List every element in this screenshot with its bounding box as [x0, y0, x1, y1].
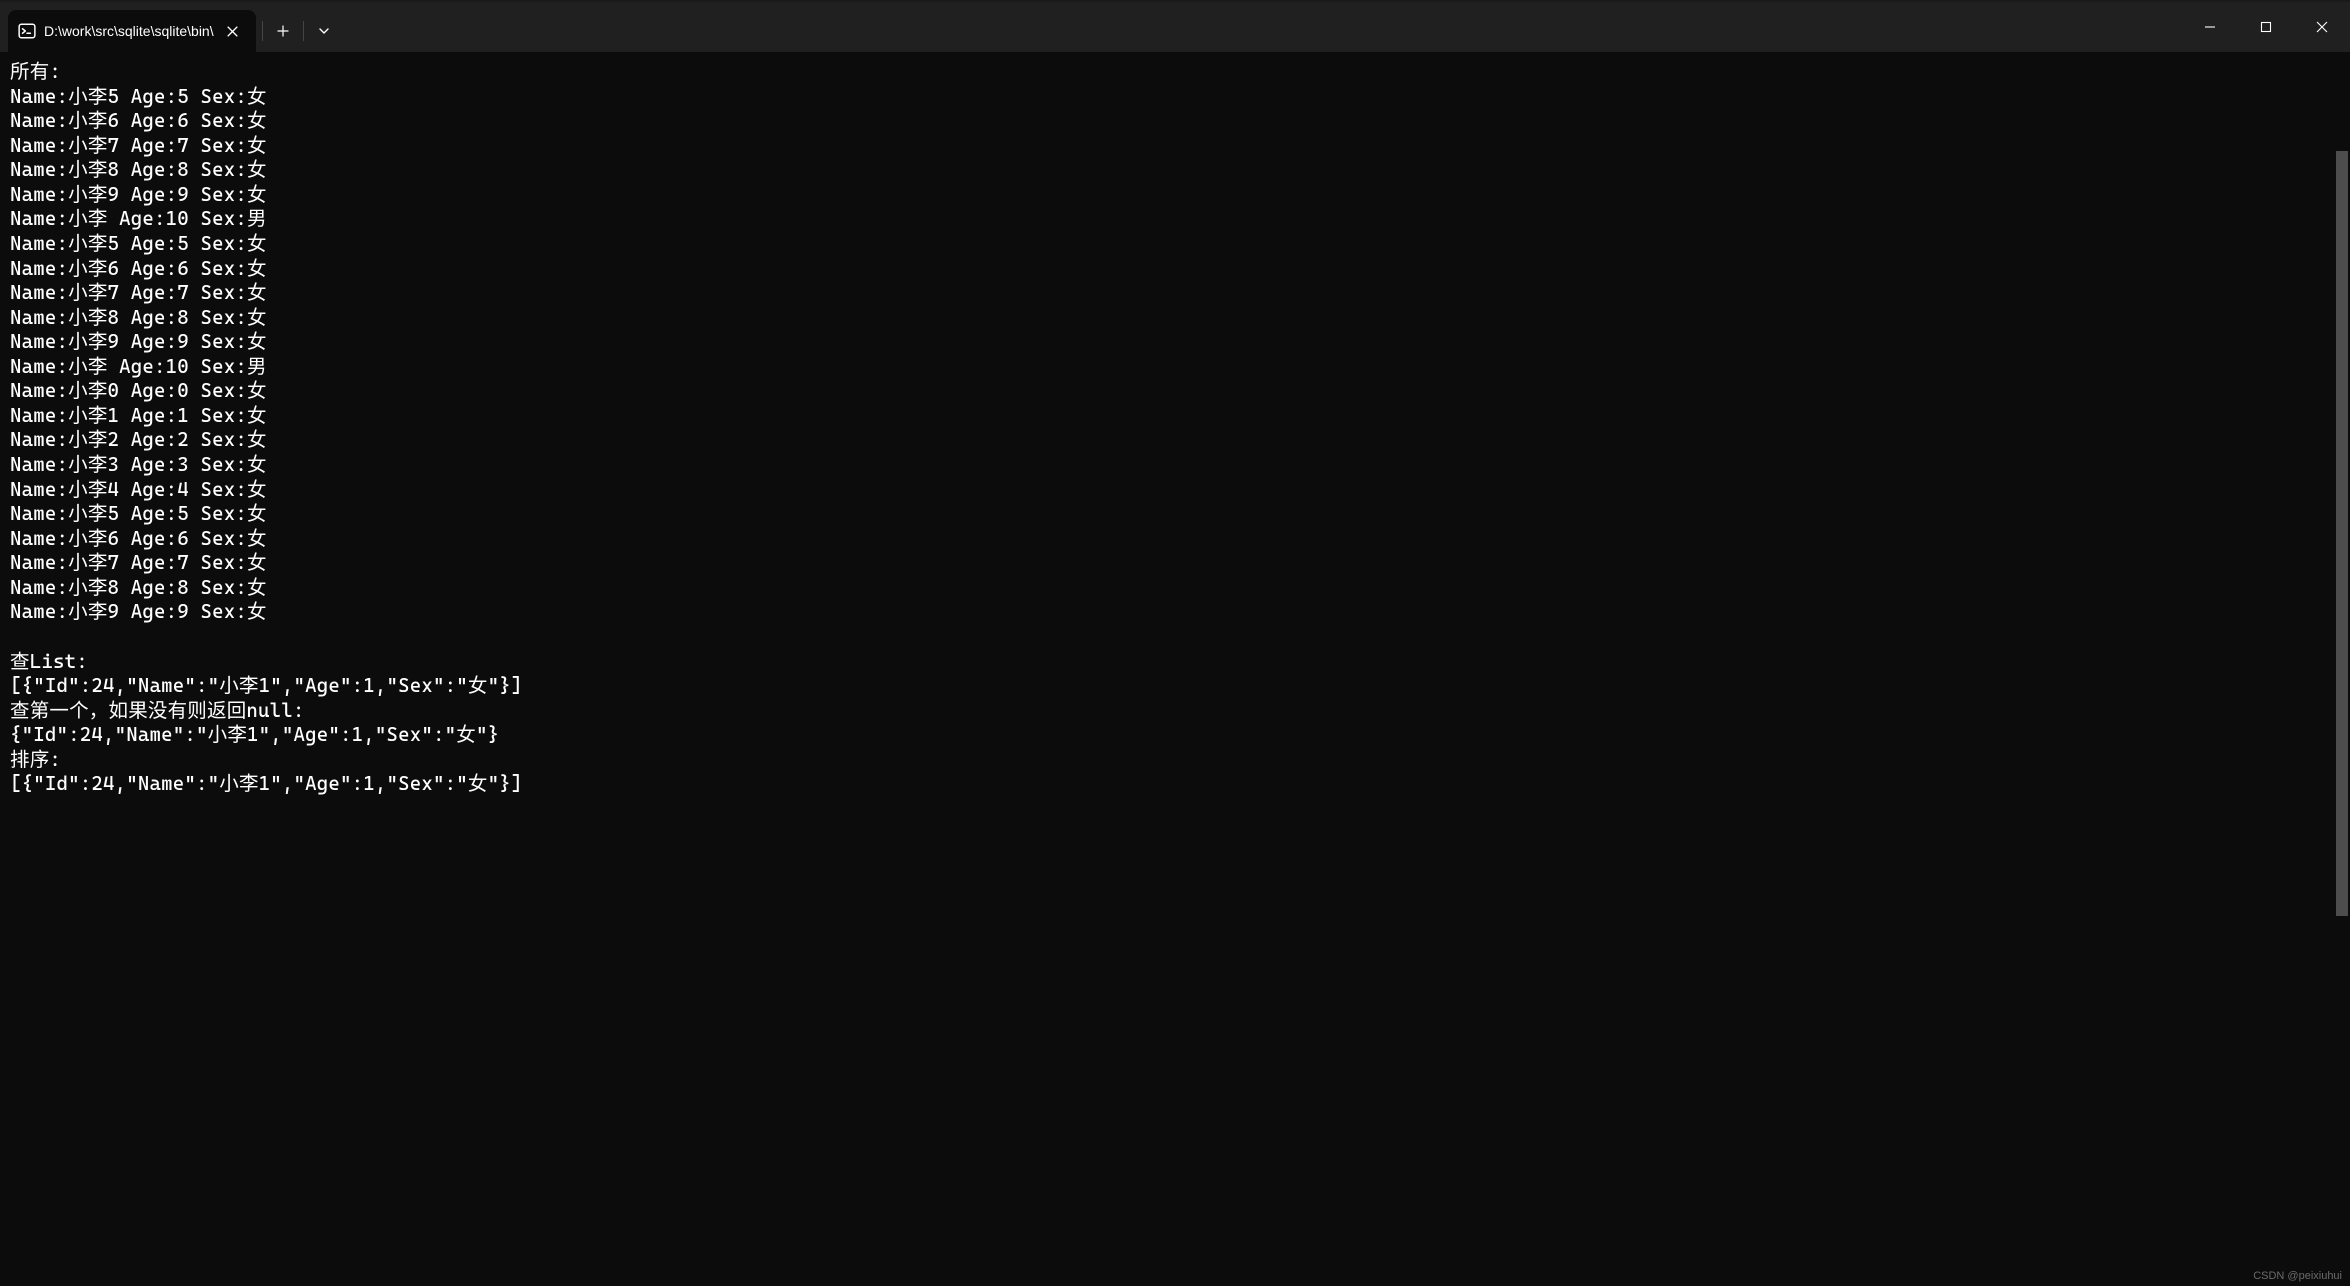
watermark: CSDN @peixiuhui [2253, 1270, 2342, 1282]
minimize-button[interactable] [2182, 2, 2238, 52]
console-icon [18, 22, 36, 40]
terminal-window: D:\work\src\sqlite\sqlite\bin\ [0, 0, 2350, 1286]
new-tab-button[interactable] [265, 13, 301, 49]
title-bar: D:\work\src\sqlite\sqlite\bin\ [0, 2, 2350, 52]
tab-close-button[interactable] [220, 18, 246, 44]
tab-active[interactable]: D:\work\src\sqlite\sqlite\bin\ [8, 10, 256, 52]
terminal-output: 所有: Name:小李5 Age:5 Sex:女 Name:小李6 Age:6 … [10, 60, 2350, 797]
window-controls [2182, 2, 2350, 52]
scrollbar-thumb[interactable] [2336, 151, 2348, 916]
tab-title: D:\work\src\sqlite\sqlite\bin\ [44, 23, 214, 39]
close-button[interactable] [2294, 2, 2350, 52]
divider [303, 21, 304, 41]
maximize-button[interactable] [2238, 2, 2294, 52]
scrollbar-track[interactable] [2336, 52, 2348, 1286]
divider [262, 21, 263, 41]
tab-actions [260, 10, 342, 52]
tab-dropdown-button[interactable] [306, 13, 342, 49]
tabs-area: D:\work\src\sqlite\sqlite\bin\ [0, 2, 2182, 52]
terminal-body[interactable]: 所有: Name:小李5 Age:5 Sex:女 Name:小李6 Age:6 … [0, 52, 2350, 1286]
